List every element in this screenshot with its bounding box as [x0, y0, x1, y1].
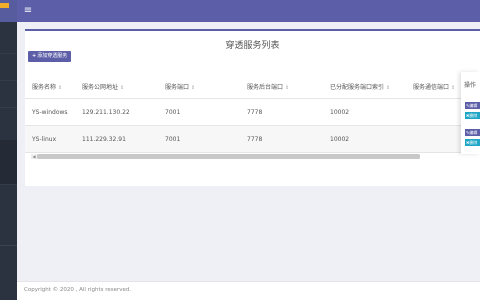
cell-public-ip: 111.229.32.91 [82, 136, 126, 143]
column-header-comm-port[interactable]: 服务通信端口 ⇕ [413, 82, 455, 91]
cell-backend-port: 7778 [247, 136, 263, 143]
scrollbar-thumb[interactable] [37, 154, 420, 159]
sort-icon: ⇕ [120, 85, 125, 91]
sidebar-item-2[interactable] [0, 55, 17, 81]
cell-assigned-index: 10002 [330, 136, 350, 143]
delete-button[interactable]: ✖删除 [465, 139, 480, 146]
page-title: 穿透服务列表 [225, 41, 280, 51]
column-header-backend-port[interactable]: 服务后台端口 ⇕ [247, 82, 289, 91]
cell-name: YS-windows [32, 109, 68, 116]
sidebar [0, 0, 17, 300]
copyright-text: Copyright © 2020 , All rights reserved. [24, 287, 132, 293]
plus-icon: + [32, 53, 37, 59]
add-service-button[interactable]: +添加穿透服务 [28, 51, 72, 62]
menu-icon[interactable]: ≡ [22, 5, 34, 17]
edit-button[interactable]: ✎编辑 [465, 129, 480, 136]
column-header-actions: 操作 [464, 82, 477, 89]
logo [0, 0, 17, 22]
sort-icon: ⇕ [191, 85, 196, 91]
sort-icon: ⇕ [58, 85, 63, 91]
edit-button[interactable]: ✎编辑 [465, 102, 480, 109]
sidebar-item-active[interactable] [0, 140, 17, 185]
column-header-name[interactable]: 服务名称 ⇕ [32, 82, 62, 91]
sort-icon: ⇕ [285, 85, 290, 91]
topbar: ≡ [17, 0, 480, 22]
column-header-public-ip[interactable]: 服务公网地址 ⇕ [82, 82, 124, 91]
sidebar-item-1[interactable] [0, 28, 17, 54]
cell-public-ip: 129.211.130.22 [82, 109, 130, 116]
sort-icon: ⇕ [386, 85, 391, 91]
service-list-card: 穿透服务列表 +添加穿透服务 服务名称 ⇕ 服务公网地址 ⇕ 服务端口 ⇕ 服务后台端… [25, 29, 480, 186]
cell-name: YS-linux [32, 136, 57, 143]
logo-badge [0, 3, 9, 8]
column-header-assigned-index[interactable]: 已分配服务端口索引 ⇕ [330, 82, 390, 91]
sidebar-item-3[interactable] [0, 82, 17, 108]
sort-icon: ⇕ [451, 85, 456, 91]
cell-assigned-index: 10002 [330, 109, 350, 116]
table-row: YS-linux 111.229.32.91 7001 7778 10002 [25, 126, 480, 153]
actions-column: 操作 ✎编辑 ✖删除 ✎编辑 ✖删除 [461, 72, 480, 154]
column-header-port[interactable]: 服务端口 ⇕ [165, 82, 195, 91]
horizontal-scrollbar[interactable] [31, 154, 420, 159]
add-service-label: 添加穿透服务 [37, 53, 68, 59]
cell-port: 7001 [165, 136, 181, 143]
footer: Copyright © 2020 , All rights reserved. [17, 281, 480, 300]
sidebar-divider [0, 245, 17, 246]
delete-button[interactable]: ✖删除 [465, 112, 480, 119]
table-header: 服务名称 ⇕ 服务公网地址 ⇕ 服务端口 ⇕ 服务后台端口 ⇕ 已分配服务端口索引 ⇕ 服… [25, 74, 480, 99]
scroll-left-icon[interactable]: ◀ [31, 154, 37, 159]
cell-backend-port: 7778 [247, 109, 263, 116]
cell-port: 7001 [165, 109, 181, 116]
table-row: YS-windows 129.211.130.22 7001 7778 1000… [25, 99, 480, 126]
